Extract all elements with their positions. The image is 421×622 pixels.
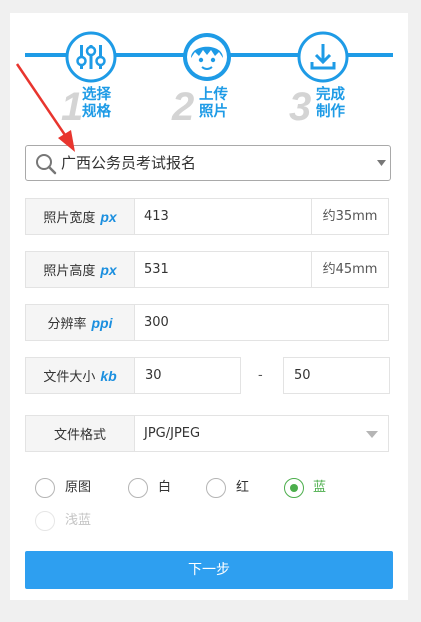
radio-red[interactable]	[206, 478, 226, 498]
photo-height-row: 照片高度 px 531 约45mm	[25, 251, 389, 288]
photo-height-mm: 约45mm	[311, 252, 388, 287]
photo-width-row: 照片宽度 px 413 约35mm	[25, 198, 389, 235]
photo-width-label: 照片宽度	[43, 211, 96, 226]
step-2-number: 2	[172, 85, 195, 129]
resolution-unit: ppi	[91, 314, 113, 331]
file-size-label-box: 文件大小 kb	[25, 357, 135, 394]
radio-white-label: 白	[158, 480, 172, 495]
step-3-number: 3	[289, 85, 312, 129]
step-3-label-line2: 制作	[316, 104, 345, 120]
file-format-row: 文件格式 JPG/JPEG	[25, 415, 389, 452]
radio-original-label: 原图	[65, 480, 92, 495]
step-1-label-line2: 规格	[82, 104, 111, 120]
radio-red-label: 红	[236, 480, 250, 495]
resolution-input[interactable]: 300	[144, 305, 169, 340]
next-step-button[interactable]: 下一步	[25, 551, 393, 589]
file-size-unit: kb	[100, 367, 117, 384]
file-size-min-input[interactable]: 30	[134, 357, 241, 394]
step-2-label-line2: 照片	[199, 104, 228, 120]
resolution-label: 分辨率	[47, 317, 87, 332]
radio-white[interactable]	[128, 478, 148, 498]
file-size-separator: -	[258, 368, 263, 383]
radio-light-blue	[35, 511, 55, 531]
radio-blue-label: 蓝	[313, 480, 327, 495]
step-1-label-line1: 选择	[82, 87, 111, 103]
chevron-down-icon	[377, 160, 386, 166]
file-format-label: 文件格式	[53, 428, 106, 443]
photo-height-label: 照片高度	[43, 264, 96, 279]
step-2-label-line1: 上传	[199, 87, 228, 103]
photo-width-input[interactable]: 413	[144, 199, 169, 234]
radio-original[interactable]	[35, 478, 55, 498]
file-size-min-value: 30	[145, 368, 162, 383]
radio-blue[interactable]	[284, 478, 304, 498]
step-2-avatar-icon	[183, 33, 231, 81]
file-size-max-input[interactable]: 50	[283, 357, 390, 394]
step-3-download-icon	[297, 31, 349, 83]
file-format-select[interactable]: JPG/JPEG	[144, 416, 200, 451]
file-size-max-value: 50	[294, 368, 311, 383]
photo-height-unit: px	[100, 261, 117, 278]
step-3-label-line1: 完成	[316, 87, 345, 103]
radio-blue-dot	[290, 484, 298, 492]
chevron-down-icon[interactable]	[366, 431, 378, 438]
file-size-label: 文件大小	[43, 370, 96, 385]
photo-width-unit: px	[100, 208, 117, 225]
radio-light-blue-label: 浅蓝	[65, 513, 92, 528]
photo-height-input[interactable]: 531	[144, 252, 169, 287]
annotation-arrow	[15, 63, 75, 152]
photo-width-mm: 约35mm	[311, 199, 388, 234]
resolution-row: 分辨率 ppi 300	[25, 304, 389, 341]
